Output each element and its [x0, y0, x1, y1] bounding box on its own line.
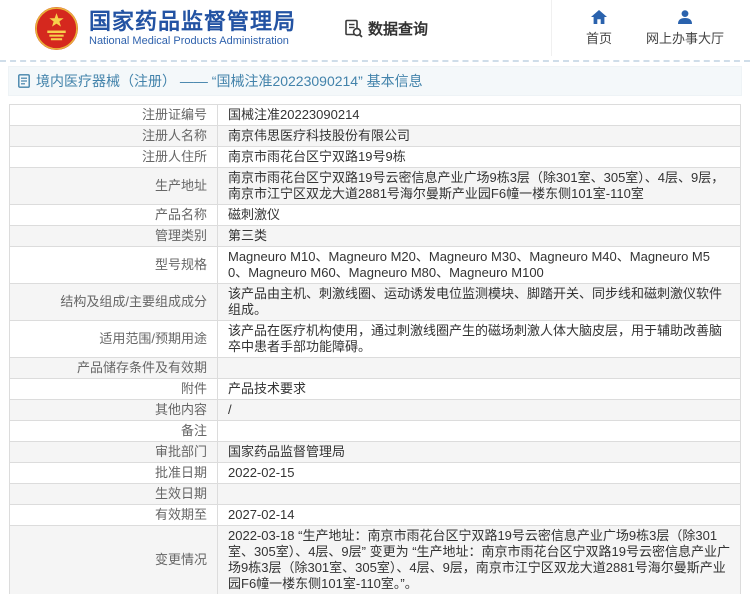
table-row: 产品储存条件及有效期 [9, 357, 741, 379]
table-row: 附件 产品技术要求 [9, 378, 741, 400]
brand-title: 国家药品监督管理局 [89, 8, 297, 34]
page-title: 境内医疗器械（注册） —— “国械注准20223090214” 基本信息 [36, 73, 423, 89]
row-label: 生效日期 [9, 483, 218, 505]
row-label: 审批部门 [9, 441, 218, 463]
row-label: 管理类别 [9, 225, 218, 247]
nav-label-service-hall: 网上办事大厅 [645, 30, 724, 46]
registration-info-table: 注册证编号 国械注准20223090214 注册人名称 南京伟思医疗科技股份有限公司注… [9, 104, 741, 594]
info-table-body: 注册证编号 国械注准20223090214 注册人名称 南京伟思医疗科技股份有限公司注… [9, 104, 741, 594]
table-row: 注册人名称 南京伟思医疗科技股份有限公司 [9, 125, 741, 147]
table-row: 适用范围/预期用途 该产品在医疗机构使用，通过刺激线圈产生的磁场刺激人体大脑皮层，… [9, 320, 741, 358]
data-query-label: 数据查询 [368, 20, 429, 38]
dashed-separator [0, 60, 750, 62]
row-value: 2022-03-18 “生产地址：南京市雨花台区宁双路19号云密信息产业广场9栋… [217, 525, 741, 594]
row-value: / [217, 399, 741, 421]
row-value: 2027-02-14 [217, 504, 741, 526]
row-value [217, 420, 741, 442]
row-label-text: 管理类别 [154, 228, 207, 243]
row-value: 南京市雨花台区宁双路19号云密信息产业广场9栋3层（除301室、305室）、4层… [217, 167, 741, 205]
row-value: 2022-02-15 [217, 462, 741, 484]
table-row: 注册证编号 国械注准20223090214 [9, 104, 741, 126]
row-label: 结构及组成/主要组成成分 [9, 283, 218, 321]
row-label: 适用范围/预期用途 [9, 320, 218, 358]
document-icon [18, 74, 30, 88]
row-label: 产品储存条件及有效期 [9, 357, 218, 379]
table-row: 结构及组成/主要组成成分 该产品由主机、刺激线圈、运动诱发电位监测模块、脚踏开关、… [9, 283, 741, 321]
page-title-bar: 境内医疗器械（注册） —— “国械注准20223090214” 基本信息 [8, 66, 742, 96]
table-row: 产品名称 磁刺激仪 [9, 204, 741, 226]
row-label: 备注 [9, 420, 218, 442]
row-value: 国家药品监督管理局 [217, 441, 741, 463]
table-row: 型号规格 Magneuro M10、Magneuro M20、Magneuro M… [9, 246, 741, 284]
row-label-text: 审批部门 [154, 444, 207, 459]
row-label-text: 有效期至 [154, 507, 207, 522]
home-icon [590, 9, 607, 24]
brand-block: 国家药品监督管理局 National Medical Products Admi… [89, 9, 296, 48]
row-label-text: 结构及组成/主要组成成分 [60, 294, 207, 309]
row-value: Magneuro M10、Magneuro M20、Magneuro M30、M… [217, 246, 741, 284]
row-value: 南京伟思医疗科技股份有限公司 [217, 125, 741, 147]
row-label-text: 变更情况 [154, 552, 207, 567]
row-label: 注册人名称 [9, 125, 218, 147]
national-emblem-logo [35, 6, 78, 50]
table-row: 批准日期 2022-02-15 [9, 462, 741, 484]
row-label: 批准日期 [9, 462, 218, 484]
row-label-text: 产品名称 [154, 207, 207, 222]
page-header: 国家药品监督管理局 National Medical Products Admi… [0, 0, 750, 56]
row-label: 其他内容 [9, 399, 218, 421]
table-row: 管理类别 第三类 [9, 225, 741, 247]
row-label: 变更情况 [9, 525, 218, 594]
person-icon [677, 9, 692, 24]
table-row: 审批部门 国家药品监督管理局 [9, 441, 741, 463]
table-row: 有效期至 2027-02-14 [9, 504, 741, 526]
row-label-text: 备注 [180, 423, 207, 438]
row-label-text: 生效日期 [154, 486, 207, 501]
document-search-icon [345, 19, 363, 38]
row-label: 注册人住所 [9, 146, 218, 168]
row-label: 型号规格 [9, 246, 218, 284]
row-label: 有效期至 [9, 504, 218, 526]
nav-item-service-hall[interactable]: 网上办事大厅 [645, 9, 724, 47]
row-value: 第三类 [217, 225, 741, 247]
row-value: 磁刺激仪 [217, 204, 741, 226]
top-right-nav: 首页 网上办事大厅 [550, 0, 750, 56]
row-label: 附件 [9, 378, 218, 400]
row-label-text: 注册证编号 [141, 107, 207, 122]
table-row: 备注 [9, 420, 741, 442]
row-value: 国械注准20223090214 [217, 104, 741, 126]
row-label-text: 产品储存条件及有效期 [76, 360, 207, 375]
nav-item-home[interactable]: 首页 [585, 9, 612, 47]
row-label-text: 批准日期 [154, 465, 207, 480]
table-row: 生效日期 [9, 483, 741, 505]
nav-label-home: 首页 [585, 30, 612, 46]
row-label-text: 型号规格 [154, 257, 207, 272]
row-label: 生产地址 [9, 167, 218, 205]
row-value: 该产品由主机、刺激线圈、运动诱发电位监测模块、脚踏开关、同步线和磁刺激仪软件组成… [217, 283, 741, 321]
row-label-text: 注册人名称 [141, 128, 207, 143]
table-row: 生产地址 南京市雨花台区宁双路19号云密信息产业广场9栋3层（除301室、305室… [9, 167, 741, 205]
table-row: 其他内容 / [9, 399, 741, 421]
row-label: 产品名称 [9, 204, 218, 226]
row-label: 注册证编号 [9, 104, 218, 126]
row-value: 产品技术要求 [217, 378, 741, 400]
row-label-text: 附件 [180, 381, 207, 396]
table-row: 注册人住所 南京市雨花台区宁双路19号9栋 [9, 146, 741, 168]
row-value: 该产品在医疗机构使用，通过刺激线圈产生的磁场刺激人体大脑皮层，用于辅助改善脑卒中… [217, 320, 741, 358]
row-value: 南京市雨花台区宁双路19号9栋 [217, 146, 741, 168]
row-value [217, 357, 741, 379]
row-label-text: 生产地址 [154, 178, 207, 193]
row-value [217, 483, 741, 505]
row-label-text: 注册人住所 [141, 149, 207, 164]
row-label-text: 适用范围/预期用途 [99, 331, 207, 346]
brand-subtitle: National Medical Products Administration [89, 34, 289, 47]
table-row: 变更情况 2022-03-18 “生产地址：南京市雨花台区宁双路19号云密信息产业… [9, 525, 741, 594]
row-label-text: 其他内容 [154, 402, 207, 417]
data-query-menu[interactable]: 数据查询 [344, 18, 428, 39]
